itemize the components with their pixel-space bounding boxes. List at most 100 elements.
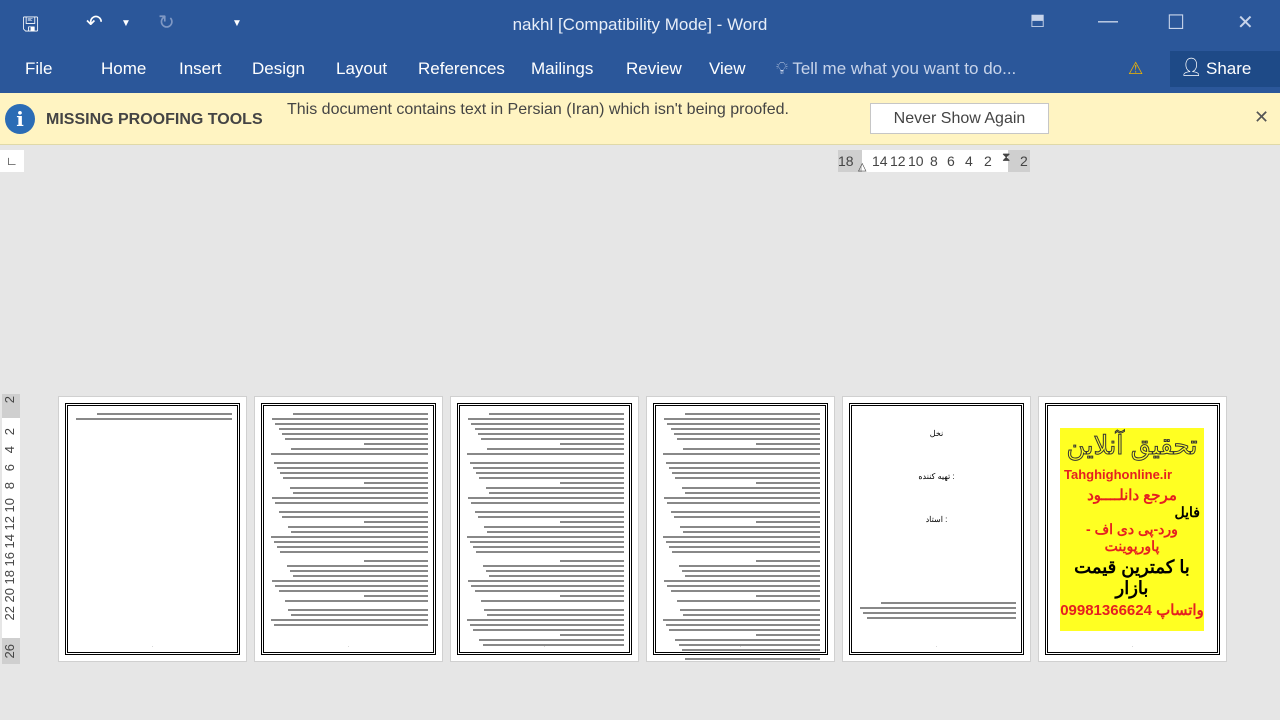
message-text: This document contains text in Persian (… — [287, 101, 789, 118]
text-line — [667, 502, 820, 504]
share-label: Share — [1206, 59, 1252, 78]
text-line — [683, 614, 820, 616]
tab-references[interactable]: References — [418, 59, 505, 79]
text-line — [471, 502, 624, 504]
text-line — [364, 560, 428, 562]
never-show-again-button[interactable]: Never Show Again — [870, 103, 1049, 134]
text-line — [684, 413, 820, 415]
tell-me-text: Tell me what you want to do... — [792, 59, 1017, 78]
tab-insert[interactable]: Insert — [179, 59, 222, 79]
page-thumbnail[interactable]: . — [450, 396, 639, 662]
text-line — [292, 575, 428, 577]
text-line — [276, 546, 428, 548]
text-line — [472, 546, 624, 548]
text-line — [681, 487, 820, 489]
ruler-label: 10 — [2, 498, 17, 513]
text-line — [477, 516, 624, 518]
text-line — [756, 560, 820, 562]
ruler-label: 20 — [2, 588, 17, 603]
ad-site: Tahghighonline.ir — [1064, 467, 1173, 482]
maximize-icon[interactable]: ☐ — [1167, 10, 1185, 35]
text-line — [480, 438, 624, 440]
text-line — [485, 570, 624, 572]
text-line — [476, 472, 624, 474]
ruler-label: 2 — [2, 396, 17, 404]
text-line — [684, 658, 820, 660]
text-line — [668, 467, 820, 469]
tab-review[interactable]: Review — [626, 59, 682, 79]
text-line — [681, 649, 820, 651]
text-line — [479, 477, 624, 479]
ruler-label: 2 — [2, 428, 17, 436]
text-line — [662, 536, 820, 538]
advertisement-image: تحقیق آنلاین Tahghighonline.ir مرجع دانل… — [1060, 428, 1204, 631]
text-line — [273, 541, 428, 543]
warning-icon[interactable]: ⚠ — [1128, 59, 1143, 79]
tell-me-search[interactable]: 💡︎ Tell me what you want to do... — [776, 59, 1016, 79]
text-line — [560, 521, 624, 523]
tab-mailings[interactable]: Mailings — [531, 59, 593, 79]
tab-view[interactable]: View — [709, 59, 746, 79]
text-line — [278, 590, 428, 592]
text-line — [668, 629, 820, 631]
text-line — [275, 585, 428, 587]
text-line — [676, 600, 820, 602]
text-line — [474, 511, 624, 513]
hanging-indent-icon[interactable]: ⧗ — [1002, 150, 1010, 165]
ruler-label: 14 — [2, 534, 17, 549]
text-line — [364, 595, 428, 597]
text-line — [278, 511, 428, 513]
minimize-icon[interactable]: — — [1098, 10, 1118, 33]
message-bar: i MISSING PROOFING TOOLS This document c… — [0, 93, 1280, 145]
text-line — [284, 438, 428, 440]
text-line — [670, 590, 820, 592]
text-line — [560, 634, 624, 636]
tab-design[interactable]: Design — [252, 59, 305, 79]
ruler-label: 8 — [2, 482, 17, 490]
ribbon-display-icon[interactable]: ⬒ — [1030, 10, 1045, 30]
text-line — [468, 418, 624, 420]
text-line — [863, 612, 1016, 614]
text-line — [96, 413, 232, 415]
text-line — [479, 639, 624, 641]
text-line — [288, 609, 428, 611]
text-line — [670, 511, 820, 513]
window-title: nakhl [Compatibility Mode] - Word — [512, 15, 768, 34]
lightbulb-icon: 💡︎ — [776, 59, 793, 78]
text-line — [364, 521, 428, 523]
text-line — [76, 418, 232, 420]
ad-whatsapp: واتساپ — [1156, 602, 1204, 619]
text-line — [756, 443, 820, 445]
text-line — [273, 624, 428, 626]
share-button[interactable]: 👤︎ Share — [1170, 51, 1280, 87]
tab-selector[interactable]: ∟ — [0, 150, 24, 172]
close-message-icon[interactable]: ✕ — [1254, 107, 1269, 128]
page-thumbnail[interactable]: . — [646, 396, 835, 662]
text-line — [472, 467, 624, 469]
vertical-ruler[interactable]: 2 2 4 6 8 10 12 14 16 18 20 22 26 — [2, 394, 20, 664]
indent-marker-icon[interactable]: △ — [858, 160, 866, 173]
ruler-label: 6 — [2, 464, 17, 472]
text-line — [665, 624, 820, 626]
tab-file[interactable]: File — [25, 59, 52, 79]
text-line — [860, 607, 1016, 609]
page-thumbnail[interactable]: . — [58, 396, 247, 662]
ad-line: ورد-پی دی اف - پاورپوینت — [1086, 521, 1178, 554]
page-thumbnail-title[interactable]: نخل تهیه کننده : استاد : . — [842, 396, 1031, 662]
page-thumbnail[interactable]: . — [254, 396, 443, 662]
text-line — [684, 575, 820, 577]
tab-home[interactable]: Home — [101, 59, 146, 79]
text-line — [487, 448, 624, 450]
close-icon[interactable]: ✕ — [1237, 10, 1254, 35]
text-line — [364, 482, 428, 484]
text-line — [866, 617, 1016, 619]
info-icon: i — [5, 104, 35, 134]
tab-layout[interactable]: Layout — [336, 59, 387, 79]
text-line — [484, 526, 624, 528]
text-line — [662, 619, 820, 621]
horizontal-ruler[interactable]: 18 14 12 10 8 6 4 2 2 △ ⧗ — [838, 150, 1030, 173]
text-line — [270, 619, 428, 621]
text-line — [466, 619, 624, 621]
text-line — [292, 492, 428, 494]
text-line — [272, 497, 428, 499]
